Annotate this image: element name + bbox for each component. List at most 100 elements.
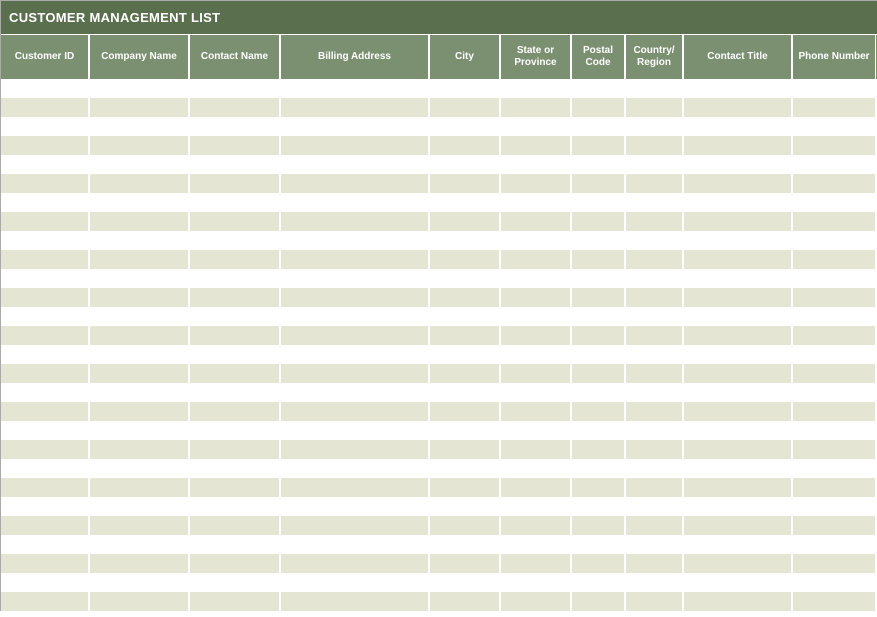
table-cell[interactable] [1,193,90,212]
table-cell[interactable] [190,136,281,155]
table-cell[interactable] [572,231,626,250]
table-cell[interactable] [1,535,90,554]
table-cell[interactable] [430,269,501,288]
table-cell[interactable] [793,117,876,136]
table-cell[interactable] [430,193,501,212]
table-cell[interactable] [90,535,190,554]
table-cell[interactable] [626,592,684,611]
table-cell[interactable] [684,307,793,326]
table-cell[interactable] [190,364,281,383]
col-header-billing-address[interactable]: Billing Address [281,35,430,79]
table-cell[interactable] [90,345,190,364]
table-cell[interactable] [190,326,281,345]
table-cell[interactable] [430,478,501,497]
table-cell[interactable] [684,364,793,383]
table-cell[interactable] [1,516,90,535]
table-cell[interactable] [1,212,90,231]
table-cell[interactable] [684,212,793,231]
table-cell[interactable] [281,98,430,117]
table-cell[interactable] [572,402,626,421]
table-cell[interactable] [626,402,684,421]
table-cell[interactable] [572,269,626,288]
table-cell[interactable] [281,383,430,402]
table-cell[interactable] [793,231,876,250]
col-header-state-province[interactable]: State or Province [501,35,572,79]
table-cell[interactable] [281,554,430,573]
table-cell[interactable] [684,592,793,611]
table-cell[interactable] [430,535,501,554]
table-cell[interactable] [793,573,876,592]
table-cell[interactable] [430,592,501,611]
table-cell[interactable] [90,592,190,611]
table-cell[interactable] [684,345,793,364]
table-cell[interactable] [190,440,281,459]
table-cell[interactable] [190,212,281,231]
table-cell[interactable] [572,459,626,478]
table-cell[interactable] [501,231,572,250]
table-cell[interactable] [572,592,626,611]
col-header-contact-name[interactable]: Contact Name [190,35,281,79]
table-cell[interactable] [90,212,190,231]
table-cell[interactable] [572,193,626,212]
table-cell[interactable] [430,155,501,174]
table-cell[interactable] [793,364,876,383]
table-cell[interactable] [793,212,876,231]
table-cell[interactable] [501,174,572,193]
table-cell[interactable] [281,478,430,497]
table-cell[interactable] [501,79,572,98]
table-cell[interactable] [281,136,430,155]
table-cell[interactable] [281,573,430,592]
table-cell[interactable] [793,516,876,535]
table-cell[interactable] [430,383,501,402]
table-cell[interactable] [684,573,793,592]
table-cell[interactable] [684,288,793,307]
table-cell[interactable] [684,193,793,212]
table-cell[interactable] [626,554,684,573]
table-cell[interactable] [793,345,876,364]
table-cell[interactable] [793,250,876,269]
table-cell[interactable] [190,155,281,174]
table-cell[interactable] [90,554,190,573]
table-cell[interactable] [626,117,684,136]
table-cell[interactable] [430,136,501,155]
table-cell[interactable] [572,155,626,174]
table-cell[interactable] [684,79,793,98]
table-cell[interactable] [501,516,572,535]
table-cell[interactable] [1,383,90,402]
table-cell[interactable] [626,193,684,212]
table-cell[interactable] [190,402,281,421]
table-cell[interactable] [430,231,501,250]
table-cell[interactable] [572,497,626,516]
table-cell[interactable] [430,307,501,326]
table-cell[interactable] [281,250,430,269]
table-cell[interactable] [430,288,501,307]
table-cell[interactable] [190,573,281,592]
table-cell[interactable] [430,79,501,98]
table-cell[interactable] [626,573,684,592]
table-cell[interactable] [90,364,190,383]
table-cell[interactable] [1,136,90,155]
table-cell[interactable] [90,231,190,250]
table-cell[interactable] [572,383,626,402]
table-cell[interactable] [1,98,90,117]
table-cell[interactable] [501,212,572,231]
table-cell[interactable] [281,459,430,478]
table-cell[interactable] [1,269,90,288]
table-cell[interactable] [793,288,876,307]
table-cell[interactable] [281,155,430,174]
table-cell[interactable] [190,516,281,535]
table-cell[interactable] [90,383,190,402]
table-cell[interactable] [626,383,684,402]
table-cell[interactable] [684,497,793,516]
col-header-phone-number[interactable]: Phone Number [793,35,876,79]
table-cell[interactable] [626,478,684,497]
table-cell[interactable] [501,193,572,212]
table-cell[interactable] [190,554,281,573]
table-cell[interactable] [501,383,572,402]
table-cell[interactable] [1,288,90,307]
table-cell[interactable] [430,497,501,516]
table-cell[interactable] [430,421,501,440]
table-cell[interactable] [572,212,626,231]
table-cell[interactable] [90,269,190,288]
table-cell[interactable] [684,554,793,573]
